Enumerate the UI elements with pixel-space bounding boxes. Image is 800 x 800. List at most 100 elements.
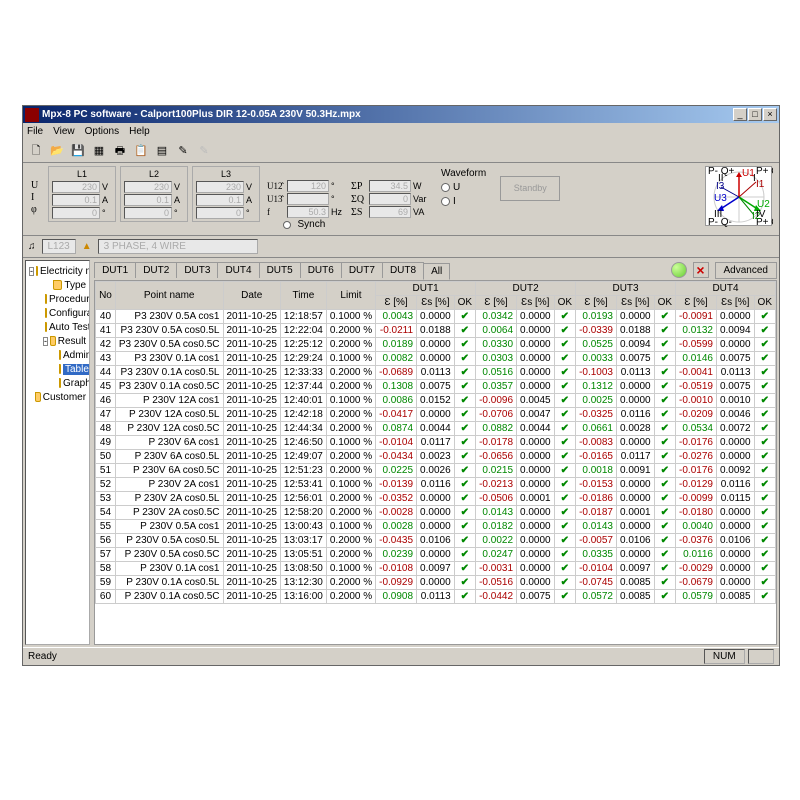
run-icon[interactable] [671, 262, 687, 278]
advanced-button[interactable]: Advanced [715, 262, 777, 279]
waveform-U-radio[interactable]: U [441, 182, 486, 193]
tab-DUT1[interactable]: DUT1 [94, 262, 136, 278]
sub-header[interactable]: OK [654, 296, 675, 310]
sum-readouts: ΣP34.5W ΣQ0Var ΣS69VA [348, 166, 432, 220]
sub-header[interactable]: Ɛs [%] [616, 296, 654, 310]
tab-DUT3[interactable]: DUT3 [176, 262, 218, 278]
dut-header[interactable]: DUT1 [376, 282, 476, 296]
svg-text:III: III [714, 209, 722, 220]
waveform-I-radio[interactable]: I [441, 196, 486, 207]
tab-DUT5[interactable]: DUT5 [259, 262, 301, 278]
tool-save-icon[interactable]: 💾 [69, 142, 87, 160]
table-row[interactable]: 51P 230V 6A cos0.5C2011-10-2512:51:230.2… [96, 464, 776, 478]
table-row[interactable]: 55P 230V 0.5A cos12011-10-2513:00:430.10… [96, 520, 776, 534]
tab-All[interactable]: All [423, 263, 450, 280]
sub-header[interactable]: Ɛ [%] [376, 296, 417, 310]
tree-item[interactable]: Customer [29, 390, 86, 404]
tree-item[interactable]: Procedure [43, 292, 86, 306]
tree-item[interactable]: Auto Test [43, 320, 86, 334]
table-row[interactable]: 41P3 230V 0.5A cos0.5L2011-10-2512:22:04… [96, 324, 776, 338]
L1-I: 0.1 [52, 194, 100, 206]
tree-item[interactable]: Admin [57, 348, 86, 362]
dut-header[interactable]: DUT3 [576, 282, 676, 296]
minimize-button[interactable]: _ [733, 108, 747, 121]
L3-phi: 0 [196, 207, 244, 219]
col-header[interactable]: Point name [115, 282, 223, 310]
menu-help[interactable]: Help [129, 126, 150, 137]
table-row[interactable]: 44P3 230V 0.1A cos0.5L2011-10-2512:33:33… [96, 366, 776, 380]
tree-label: Auto Test [49, 322, 90, 333]
table-row[interactable]: 52P 230V 2A cos12011-10-2512:53:410.1000… [96, 478, 776, 492]
tab-DUT8[interactable]: DUT8 [382, 262, 424, 278]
tool-plug-icon[interactable]: ✎ [174, 142, 192, 160]
tool-wand-icon[interactable]: ✎ [195, 142, 213, 160]
tool-doc-icon[interactable]: ▤ [153, 142, 171, 160]
sub-header[interactable]: Ɛ [%] [476, 296, 517, 310]
col-header[interactable]: Time [280, 282, 326, 310]
maximize-button[interactable]: □ [748, 108, 762, 121]
sub-header[interactable]: Ɛ [%] [676, 296, 717, 310]
tree-label: Electricity meter [40, 266, 90, 277]
tree-item[interactable]: Configuration [43, 306, 86, 320]
col-header[interactable]: Limit [326, 282, 375, 310]
tree-item[interactable]: Graphic [57, 376, 86, 390]
L3-U: 230 [196, 181, 244, 193]
titlebar: Mpx-8 PC software - Calport100Plus DIR 1… [23, 106, 779, 123]
tree-label: Customer [43, 392, 86, 403]
L2-U: 230 [124, 181, 172, 193]
sub-header[interactable]: Ɛs [%] [517, 296, 555, 310]
menu-options[interactable]: Options [85, 126, 119, 137]
tab-DUT6[interactable]: DUT6 [300, 262, 342, 278]
table-row[interactable]: 40P3 230V 0.5A cos12011-10-2512:18:570.1… [96, 310, 776, 324]
table-row[interactable]: 53P 230V 2A cos0.5L2011-10-2512:56:010.2… [96, 492, 776, 506]
sub-header[interactable]: OK [554, 296, 575, 310]
tab-DUT2[interactable]: DUT2 [135, 262, 177, 278]
col-header[interactable]: Date [223, 282, 280, 310]
dut-header[interactable]: DUT4 [676, 282, 776, 296]
tab-row: DUT1DUT2DUT3DUT4DUT5DUT6DUT7DUT8All × Ad… [94, 260, 777, 280]
table-row[interactable]: 58P 230V 0.1A cos12011-10-2513:08:500.10… [96, 562, 776, 576]
dut-header[interactable]: DUT2 [476, 282, 576, 296]
table-row[interactable]: 60P 230V 0.1A cos0.5C2011-10-2513:16:000… [96, 590, 776, 604]
tool-export-icon[interactable]: ▦ [90, 142, 108, 160]
table-row[interactable]: 42P3 230V 0.5A cos0.5C2011-10-2512:25:12… [96, 338, 776, 352]
table-row[interactable]: 49P 230V 6A cos12011-10-2512:46:500.1000… [96, 436, 776, 450]
synch-label[interactable]: Synch [297, 219, 325, 230]
svg-text:I1: I1 [756, 179, 765, 190]
table-row[interactable]: 57P 230V 0.5A cos0.5C2011-10-2513:05:510… [96, 548, 776, 562]
expand-icon[interactable]: - [29, 267, 34, 276]
tree-item[interactable]: -Result [43, 334, 86, 348]
sub-header[interactable]: OK [454, 296, 475, 310]
close-button[interactable]: × [763, 108, 777, 121]
expand-icon[interactable]: - [43, 337, 48, 346]
standby-button[interactable]: Standby [500, 176, 560, 201]
menu-view[interactable]: View [53, 126, 75, 137]
table-row[interactable]: 46P 230V 12A cos12011-10-2512:40:010.100… [96, 394, 776, 408]
results-grid[interactable]: NoPoint nameDateTimeLimitDUT1DUT2DUT3DUT… [94, 280, 777, 645]
tool-print-icon[interactable]: 🖶 [111, 142, 129, 160]
col-header[interactable]: No [96, 282, 116, 310]
tab-DUT7[interactable]: DUT7 [341, 262, 383, 278]
sub-header[interactable]: Ɛs [%] [716, 296, 754, 310]
table-row[interactable]: 56P 230V 0.5A cos0.5L2011-10-2513:03:170… [96, 534, 776, 548]
nav-tree[interactable]: -Electricity meterTypeProcedureConfigura… [25, 260, 90, 645]
sub-header[interactable]: Ɛ [%] [576, 296, 617, 310]
table-row[interactable]: 54P 230V 2A cos0.5C2011-10-2512:58:200.2… [96, 506, 776, 520]
tree-item[interactable]: Table [57, 362, 86, 376]
tree-item[interactable]: -Electricity meter [29, 264, 86, 278]
sub-header[interactable]: OK [754, 296, 775, 310]
tab-DUT4[interactable]: DUT4 [217, 262, 259, 278]
table-row[interactable]: 45P3 230V 0.1A cos0.5C2011-10-2512:37:44… [96, 380, 776, 394]
table-row[interactable]: 47P 230V 12A cos0.5L2011-10-2512:42:180.… [96, 408, 776, 422]
tool-open-icon[interactable]: 📂 [48, 142, 66, 160]
table-row[interactable]: 43P3 230V 0.1A cos12011-10-2512:29:240.1… [96, 352, 776, 366]
tool-new-icon[interactable]: 🗋 [27, 142, 45, 160]
delete-icon[interactable]: × [693, 262, 709, 278]
tree-item[interactable]: Type [43, 278, 86, 292]
sub-header[interactable]: Ɛs [%] [417, 296, 455, 310]
menu-file[interactable]: File [27, 126, 43, 137]
tool-copy-icon[interactable]: 📋 [132, 142, 150, 160]
table-row[interactable]: 50P 230V 6A cos0.5L2011-10-2512:49:070.2… [96, 450, 776, 464]
table-row[interactable]: 48P 230V 12A cos0.5C2011-10-2512:44:340.… [96, 422, 776, 436]
table-row[interactable]: 59P 230V 0.1A cos0.5L2011-10-2513:12:300… [96, 576, 776, 590]
